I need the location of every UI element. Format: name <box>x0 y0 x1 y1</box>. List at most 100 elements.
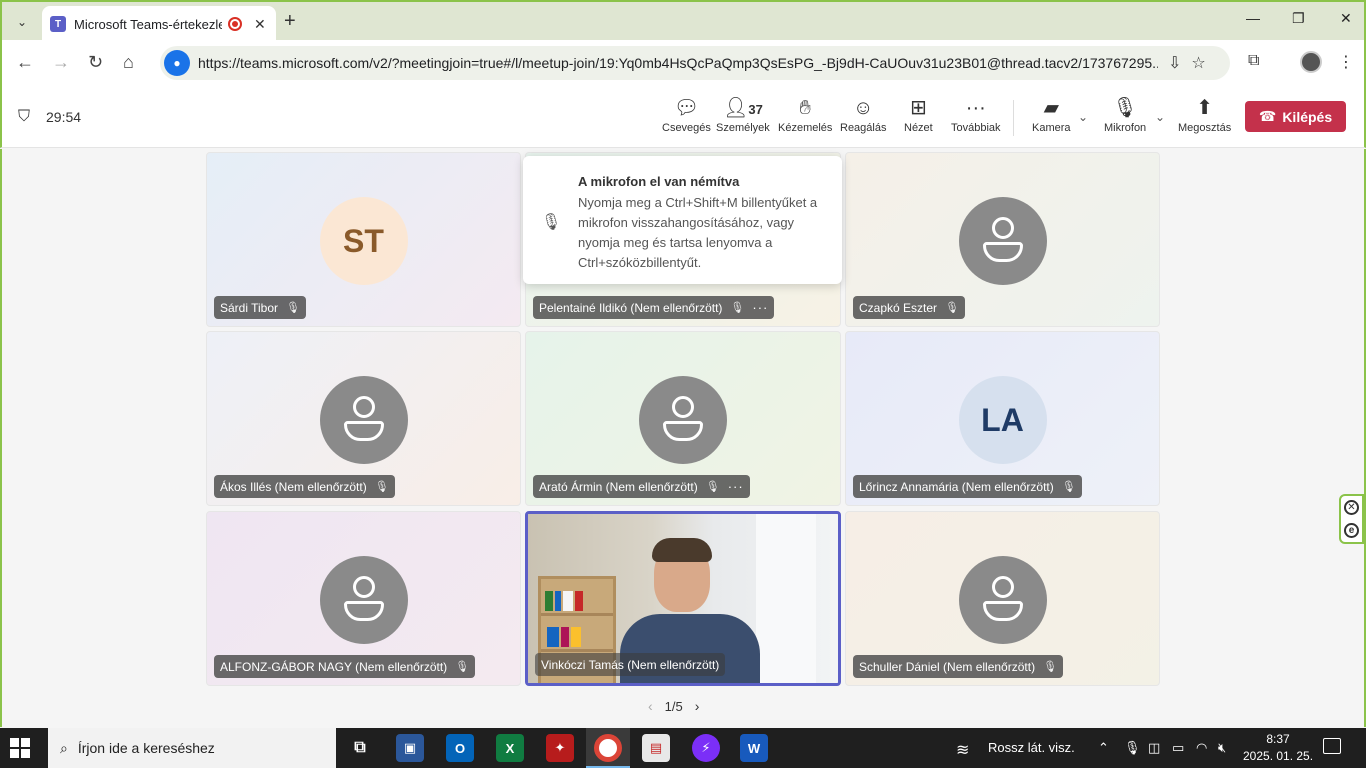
participant-tile[interactable]: Arató Ármin (Nem ellenőrzött) 🎙︎ ··· <box>525 331 841 506</box>
word-icon[interactable]: W <box>740 734 768 762</box>
reload-icon[interactable]: ↻ <box>88 52 103 73</box>
participant-tile[interactable]: LA Lőrincz Annamária (Nem ellenőrzött) 🎙… <box>845 331 1160 506</box>
view-button[interactable]: ⊞ Nézet <box>904 96 933 134</box>
grid-icon: ⊞ <box>909 97 927 119</box>
windows-taskbar: ⌕ Írjon ide a kereséshez ⧉ ▣ O X ✦ ▤ ⚡︎ … <box>0 728 1366 768</box>
avatar <box>639 376 727 464</box>
share-icon: ⬆ <box>1196 97 1213 119</box>
recording-icon <box>228 17 242 31</box>
people-button[interactable]: 👤︎37 Személyek <box>716 96 770 134</box>
chrome-icon[interactable] <box>594 734 622 762</box>
search-icon: ⌕ <box>60 739 68 756</box>
avatar <box>319 556 408 644</box>
people-icon: 👤︎37 <box>722 97 763 119</box>
windows-start-icon[interactable] <box>10 738 30 758</box>
next-page-icon[interactable]: › <box>695 698 700 714</box>
mic-muted-icon: 🎙︎ <box>541 214 562 231</box>
notification-center-icon[interactable] <box>1323 738 1341 754</box>
participant-name-tag: Czapkó Eszter 🎙︎ <box>853 296 965 319</box>
browser-tab-bar: ⌄ T Microsoft Teams-értekezlet ✕ + — ❐ ✕ <box>0 0 1366 42</box>
tray-chevron-icon[interactable]: ⌃ <box>1098 740 1109 756</box>
participant-name-tag: Arató Ármin (Nem ellenőrzött) 🎙︎ ··· <box>533 475 750 498</box>
mic-muted-icon: 🎙︎ <box>286 302 300 314</box>
more-button[interactable]: ··· Továbbiak <box>951 96 1001 134</box>
participant-name-tag: Vinkóczi Tamás (Nem ellenőrzött) <box>535 653 726 676</box>
outlook-icon[interactable]: O <box>446 734 474 762</box>
install-app-icon[interactable]: ⇩ <box>1168 53 1181 73</box>
shield-icon: ⛉ <box>18 108 31 125</box>
participant-tile[interactable]: Schuller Dániel (Nem ellenőrzött) 🎙︎ <box>845 511 1160 686</box>
close-tab-icon[interactable]: ✕ <box>254 16 266 33</box>
profile-avatar[interactable] <box>1300 51 1322 73</box>
chat-button[interactable]: 💬︎ Csevegés <box>662 96 711 134</box>
mic-muted-notification: 🎙︎ A mikrofon el van némítva Nyomja meg … <box>523 156 842 284</box>
person-icon <box>352 576 375 598</box>
camera-button[interactable]: ▰ Kamera <box>1032 96 1071 134</box>
more-options-icon[interactable]: ··· <box>752 300 768 315</box>
tab-title: Microsoft Teams-értekezlet <box>74 16 222 32</box>
window-close-icon[interactable]: ✕ <box>1340 10 1352 27</box>
weather-text[interactable]: Rossz lát. visz. <box>988 740 1075 755</box>
share-button[interactable]: ⬆ Megosztás <box>1178 96 1231 134</box>
battery-icon[interactable]: ▭ <box>1172 740 1184 756</box>
task-view-icon[interactable]: ⧉ <box>346 734 374 762</box>
excel-icon[interactable]: X <box>496 734 524 762</box>
wifi-icon[interactable]: ◠ <box>1196 740 1207 756</box>
messenger-icon[interactable]: ⚡︎ <box>692 734 720 762</box>
mic-muted-icon: 🎙︎ <box>730 302 745 314</box>
react-button[interactable]: ☺ Reagálás <box>840 96 886 134</box>
participant-name-tag: Schuller Dániel (Nem ellenőrzött) 🎙︎ <box>853 655 1064 678</box>
more-options-icon[interactable]: ··· <box>728 479 744 494</box>
person-icon <box>352 396 375 418</box>
reader-app-icon[interactable]: ▤ <box>642 734 670 762</box>
participant-name-tag: ALFONZ-GÁBOR NAGY (Nem ellenőrzött) 🎙︎ <box>214 655 476 678</box>
taskbar-search-box[interactable]: ⌕ Írjon ide a kereséshez <box>48 728 336 768</box>
url-text[interactable]: https://teams.microsoft.com/v2/?meetingj… <box>198 55 1158 71</box>
hand-icon: ✋︎ <box>799 97 811 119</box>
app-red-icon[interactable]: ✦ <box>546 734 574 762</box>
browser-tab-teams[interactable]: T Microsoft Teams-értekezlet ✕ <box>42 6 276 42</box>
people-count: 37 <box>748 102 763 117</box>
participant-tile-active-video[interactable]: Vinkóczi Tamás (Nem ellenőrzött) <box>525 511 841 686</box>
home-icon[interactable]: ⌂ <box>123 52 134 73</box>
new-tab-icon[interactable]: + <box>284 10 296 33</box>
participant-tile[interactable]: Czapkó Eszter 🎙︎ <box>845 152 1160 327</box>
mic-muted-icon: 🎙︎ <box>945 302 959 314</box>
volume-muted-icon[interactable]: 🔇︎ <box>1218 740 1226 756</box>
mic-permission-icon[interactable]: ● <box>164 50 190 76</box>
hangup-icon: ☎ <box>1258 108 1277 124</box>
back-icon[interactable]: ← <box>16 52 34 73</box>
save-app-icon[interactable]: ▣ <box>396 734 424 762</box>
tray-mic-icon[interactable]: 🎙︎ <box>1124 740 1141 756</box>
tray-camera-icon[interactable]: ◫ <box>1148 740 1160 756</box>
meeting-timer: 29:54 <box>46 109 82 125</box>
more-dots-icon: ··· <box>965 97 986 119</box>
participant-tile[interactable]: ALFONZ-GÁBOR NAGY (Nem ellenőrzött) 🎙︎ <box>206 511 521 686</box>
weather-icon: ≋ <box>956 742 970 759</box>
minimize-icon[interactable]: — <box>1246 10 1260 26</box>
bookmark-star-icon[interactable]: ☆ <box>1191 53 1205 73</box>
side-extension-panel: ✕ e <box>1339 494 1364 544</box>
chat-icon: 💬︎ <box>673 97 700 119</box>
extension-e-icon[interactable]: e <box>1344 523 1359 538</box>
leave-button[interactable]: ☎ Kilépés <box>1245 101 1346 132</box>
forward-icon[interactable]: → <box>52 52 70 73</box>
taskbar-clock[interactable]: 8:37 2025. 01. 25. <box>1243 731 1313 765</box>
close-circle-icon[interactable]: ✕ <box>1344 500 1359 515</box>
participant-tile[interactable]: ST Sárdi Tibor 🎙︎ <box>206 152 521 327</box>
participant-tile[interactable]: Ákos Illés (Nem ellenőrzött) 🎙︎ <box>206 331 521 506</box>
person-icon <box>991 576 1014 598</box>
address-bar[interactable]: ● https://teams.microsoft.com/v2/?meetin… <box>160 46 1230 80</box>
browser-menu-icon[interactable]: ⋮ <box>1338 52 1354 72</box>
mic-options-chevron-icon[interactable]: ⌄ <box>1155 110 1165 124</box>
mic-button[interactable]: 🎙︎ Mikrofon <box>1104 96 1146 134</box>
avatar <box>958 556 1047 644</box>
restore-icon[interactable]: ❐ <box>1292 10 1305 27</box>
toolbar-divider <box>1013 100 1014 136</box>
previous-page-icon[interactable]: ‹ <box>648 698 653 714</box>
raise-hand-button[interactable]: ✋︎ Kézemelés <box>778 96 832 134</box>
extensions-icon[interactable]: ⧉ <box>1248 52 1259 70</box>
camera-options-chevron-icon[interactable]: ⌄ <box>1078 110 1088 124</box>
smiley-icon: ☺ <box>853 97 874 119</box>
tab-list-chevron-icon[interactable]: ⌄ <box>10 10 34 34</box>
